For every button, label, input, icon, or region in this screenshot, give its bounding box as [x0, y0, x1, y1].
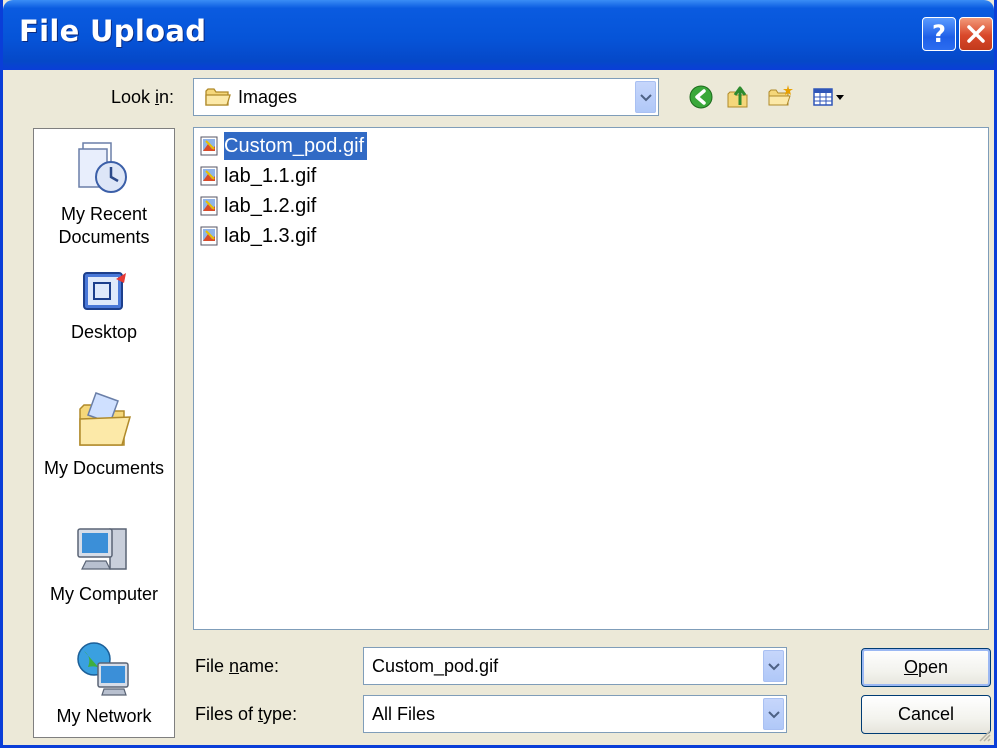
- place-label: Desktop: [70, 322, 138, 342]
- place-desktop[interactable]: Desktop: [34, 267, 174, 344]
- file-upload-dialog: File Upload ? Look in: Images My Recent …: [0, 0, 997, 748]
- place-my-computer[interactable]: My Computer: [34, 523, 174, 606]
- open-button[interactable]: Open: [861, 648, 991, 687]
- place-my-documents[interactable]: My Documents: [34, 387, 174, 480]
- file-name-label: File name:: [195, 656, 280, 676]
- file-name-dropdown-arrow[interactable]: [763, 650, 784, 682]
- cancel-button[interactable]: Cancel: [861, 695, 991, 734]
- folder-icon: [205, 88, 231, 106]
- file-name-value[interactable]: Custom_pod.gif: [372, 656, 498, 677]
- my-computer-icon: [77, 528, 127, 570]
- place-label-line1: My Recent: [60, 204, 148, 224]
- file-type-dropdown-arrow[interactable]: [763, 698, 784, 730]
- back-icon[interactable]: [687, 83, 715, 111]
- image-file-icon: [200, 226, 218, 246]
- resize-grip-icon[interactable]: [978, 729, 992, 743]
- chevron-down-icon: [640, 94, 652, 102]
- image-file-icon: [200, 136, 218, 156]
- chevron-down-icon: [768, 711, 780, 719]
- title-bar[interactable]: File Upload ?: [3, 0, 994, 70]
- look-in-dropdown[interactable]: Images: [193, 78, 659, 116]
- look-in-value: Images: [238, 87, 298, 107]
- places-bar: My Recent Documents Desktop My Documents…: [33, 128, 175, 738]
- look-in-label: Look in:: [111, 87, 175, 107]
- place-my-recent-documents[interactable]: My Recent Documents: [34, 139, 174, 249]
- place-my-network[interactable]: My Network: [34, 639, 174, 728]
- place-label: My Documents: [43, 458, 165, 478]
- file-name-input[interactable]: Custom_pod.gif: [363, 647, 787, 685]
- help-button[interactable]: ?: [922, 17, 956, 51]
- file-name: Custom_pod.gif: [222, 131, 369, 161]
- image-file-icon: [200, 166, 218, 186]
- up-folder-icon[interactable]: [725, 83, 753, 111]
- file-list[interactable]: Custom_pod.gif lab_1.1.gif lab_1.2.gif l…: [193, 127, 989, 630]
- my-network-icon: [77, 642, 129, 696]
- chevron-down-icon: [768, 663, 780, 671]
- file-type-value: All Files: [372, 704, 436, 724]
- file-name: lab_1.2.gif: [224, 195, 317, 217]
- close-button[interactable]: [959, 17, 993, 51]
- look-in-dropdown-arrow[interactable]: [635, 81, 656, 113]
- new-folder-icon[interactable]: [767, 83, 795, 111]
- place-label: My Computer: [49, 584, 159, 604]
- recent-documents-icon: [78, 142, 127, 193]
- image-file-icon: [200, 196, 218, 216]
- file-name: lab_1.3.gif: [224, 225, 317, 247]
- file-name: lab_1.1.gif: [224, 165, 317, 187]
- close-icon: [967, 25, 985, 43]
- view-menu-icon[interactable]: [809, 83, 847, 111]
- file-type-label: Files of type:: [195, 704, 298, 724]
- place-label-line2: Documents: [58, 227, 150, 247]
- file-type-dropdown[interactable]: All Files: [363, 695, 787, 733]
- place-label: My Network: [56, 706, 152, 726]
- window-title: File Upload: [19, 14, 207, 48]
- desktop-icon: [83, 272, 126, 310]
- my-documents-icon: [79, 392, 132, 446]
